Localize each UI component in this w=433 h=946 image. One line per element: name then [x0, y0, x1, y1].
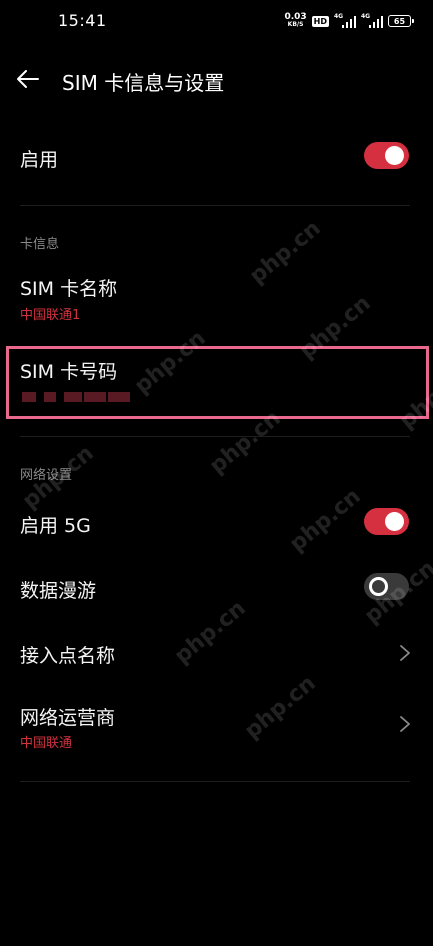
battery-icon: 65: [388, 15, 414, 27]
enable-sim-row[interactable]: 启用: [0, 130, 433, 186]
status-bar: 15:41 0.03 KB/S HD 4G 4G 65: [0, 0, 433, 40]
redaction-block: [64, 392, 82, 402]
toggle-knob: [369, 577, 388, 596]
section-network: 网络设置: [20, 468, 73, 483]
watermark: php.cn: [205, 405, 286, 480]
toggle-knob: [385, 146, 404, 165]
data-roaming-row[interactable]: 数据漫游: [0, 560, 433, 616]
data-roaming-toggle[interactable]: [364, 573, 409, 600]
redaction-block: [108, 392, 130, 402]
toggle-knob: [385, 512, 404, 531]
divider: [20, 436, 410, 437]
sim-number-row[interactable]: SIM 卡号码: [0, 348, 433, 414]
network-operator-label: 网络运营商: [20, 707, 116, 729]
page-title: SIM 卡信息与设置: [62, 71, 225, 95]
sim-name-row[interactable]: SIM 卡名称 中国联通1: [0, 264, 433, 330]
divider: [20, 781, 410, 782]
signal-icon-2: 4G: [361, 13, 383, 28]
signal-icon: 4G: [334, 13, 356, 28]
enable-5g-label: 启用 5G: [20, 515, 91, 537]
chevron-right-icon: [400, 716, 410, 732]
apn-label: 接入点名称: [20, 645, 116, 667]
back-button[interactable]: [12, 63, 44, 95]
divider: [20, 205, 410, 206]
network-speed-unit: KB/S: [287, 21, 304, 28]
network-speed-value: 0.03: [284, 12, 307, 22]
enable-sim-label: 启用: [20, 149, 59, 171]
status-time: 15:41: [58, 11, 107, 30]
redaction-block: [44, 392, 56, 402]
redaction-block: [84, 392, 106, 402]
network-operator-row[interactable]: 网络运营商 中国联通: [0, 690, 433, 756]
hd-icon: HD: [311, 15, 329, 27]
header: SIM 卡信息与设置: [0, 55, 433, 103]
data-roaming-label: 数据漫游: [20, 580, 97, 602]
enable-5g-row[interactable]: 启用 5G: [0, 495, 433, 551]
sim-name-label: SIM 卡名称: [20, 278, 118, 300]
apn-row[interactable]: 接入点名称: [0, 625, 433, 681]
chevron-right-icon: [400, 645, 410, 661]
redaction-block: [22, 392, 36, 402]
sim-name-value: 中国联通1: [20, 308, 81, 323]
enable-5g-toggle[interactable]: [364, 508, 409, 535]
network-operator-value: 中国联通: [20, 736, 73, 751]
section-card-info: 卡信息: [20, 237, 60, 252]
sim-number-label: SIM 卡号码: [20, 361, 118, 383]
network-speed: 0.03 KB/S: [284, 13, 306, 29]
back-arrow-icon: [17, 70, 39, 88]
enable-sim-toggle[interactable]: [364, 142, 409, 169]
status-icons: 0.03 KB/S HD 4G 4G 65: [284, 12, 414, 30]
battery-level: 65: [393, 16, 406, 26]
